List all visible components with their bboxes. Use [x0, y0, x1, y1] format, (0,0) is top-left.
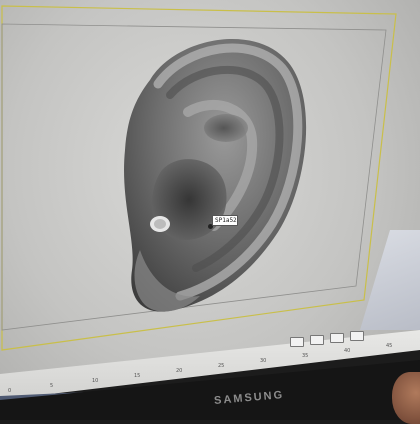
zoom-icon[interactable]	[350, 331, 364, 341]
marker-label: SP1a52	[212, 215, 238, 226]
keyframe-icon[interactable]	[290, 337, 304, 347]
playback-controls	[280, 327, 410, 347]
loop-icon[interactable]	[330, 333, 344, 343]
play-icon[interactable]	[310, 335, 324, 345]
